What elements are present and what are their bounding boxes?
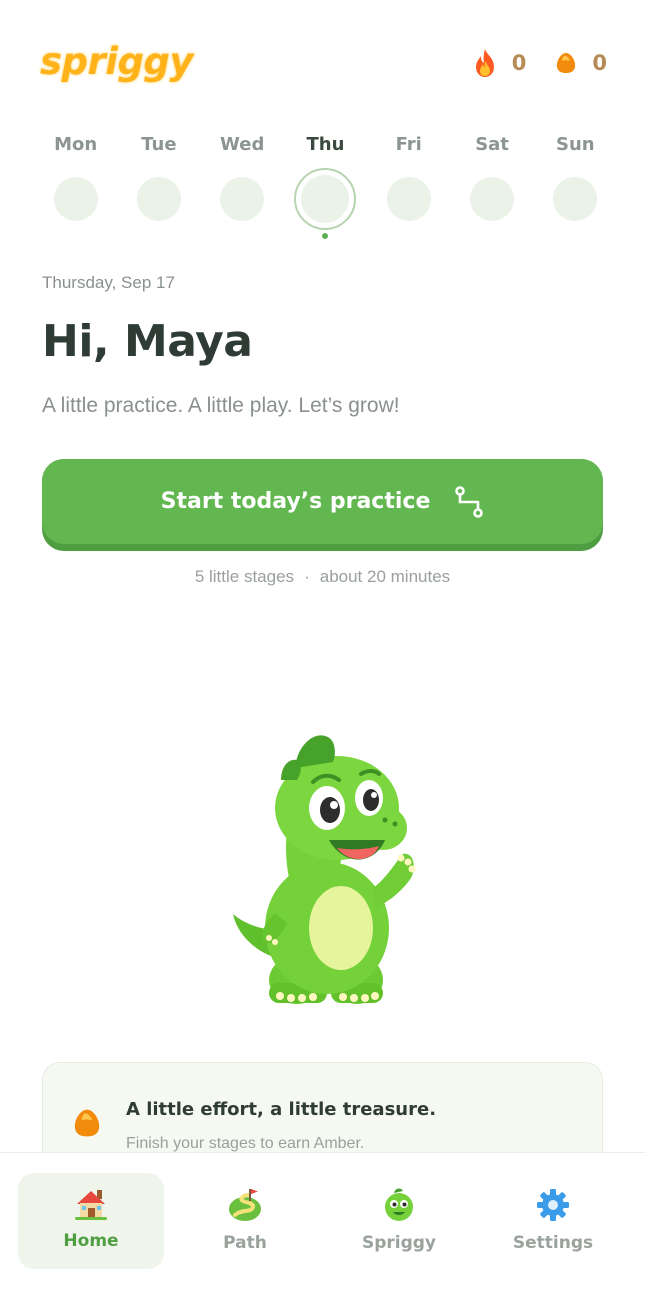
amber-gem-icon — [71, 1107, 103, 1139]
house-icon — [73, 1187, 109, 1221]
spriggy-mascot-illustration — [225, 728, 425, 1012]
path-map-icon — [227, 1187, 263, 1223]
day-label: Tue — [141, 134, 177, 155]
day-label: Mon — [54, 134, 98, 155]
nav-label-home: Home — [63, 1231, 119, 1251]
start-practice-button[interactable]: Start today’s practice — [42, 459, 603, 551]
day-tue[interactable]: Tue — [117, 134, 200, 239]
day-progress-circle — [386, 177, 431, 221]
practice-summary: 5 little stages · about 20 minutes — [42, 567, 603, 587]
day-fri[interactable]: Fri — [367, 134, 450, 239]
amber-count: 0 — [592, 51, 607, 75]
amber-counter[interactable]: 0 — [554, 51, 607, 75]
app-logo: spriggy — [40, 40, 194, 83]
day-progress-circle — [136, 177, 181, 221]
nav-item-settings[interactable]: Settings — [480, 1173, 626, 1269]
day-progress-circle — [553, 177, 598, 221]
nav-label-spriggy: Spriggy — [361, 1233, 437, 1253]
path-route-icon — [454, 485, 484, 518]
week-strip: Mon Tue Wed Thu Fri Sat Sun — [34, 134, 617, 239]
nav-label-settings: Settings — [512, 1233, 594, 1253]
streak-counter[interactable]: 0 — [472, 48, 527, 78]
current-date: Thursday, Sep 17 — [42, 273, 175, 292]
practice-duration: about 20 minutes — [319, 567, 451, 586]
today-indicator-dot — [322, 233, 329, 239]
reward-subtitle: Finish your stages to earn Amber. — [126, 1135, 365, 1152]
stages-count: 5 little stages — [194, 567, 295, 586]
day-progress-circle — [470, 177, 515, 221]
streak-count: 0 — [511, 51, 527, 75]
day-sun[interactable]: Sun — [534, 134, 617, 239]
day-wed[interactable]: Wed — [201, 134, 284, 239]
gear-icon — [535, 1187, 571, 1223]
day-mon[interactable]: Mon — [34, 134, 117, 239]
nav-item-home[interactable]: Home — [18, 1173, 164, 1269]
start-practice-label: Start today’s practice — [160, 489, 431, 514]
day-progress-circle — [220, 177, 265, 221]
day-sat[interactable]: Sat — [450, 134, 533, 239]
nav-label-path: Path — [223, 1233, 267, 1253]
separator-dot: · — [304, 567, 310, 586]
day-label: Fri — [395, 134, 422, 155]
reward-title: A little effort, a little treasure. — [126, 1099, 437, 1120]
day-label: Sat — [475, 134, 509, 155]
day-thu[interactable]: Thu — [284, 134, 367, 239]
day-label: Thu — [306, 134, 345, 155]
day-label: Sun — [556, 134, 595, 155]
header-counters: 0 0 — [472, 48, 607, 78]
nav-item-spriggy[interactable]: Spriggy — [326, 1173, 472, 1269]
flame-icon — [472, 48, 498, 78]
tagline: A little practice. A little play. Let’s … — [42, 394, 400, 417]
day-progress-circle — [53, 177, 98, 221]
bottom-navigation: Home Path Spriggy Settings — [0, 1152, 645, 1290]
amber-gem-icon — [554, 51, 578, 75]
dino-face-icon — [381, 1187, 417, 1223]
day-label: Wed — [220, 134, 265, 155]
page-title: Hi, Maya — [42, 316, 253, 367]
nav-item-path[interactable]: Path — [172, 1173, 318, 1269]
day-progress-circle-today — [294, 168, 357, 230]
